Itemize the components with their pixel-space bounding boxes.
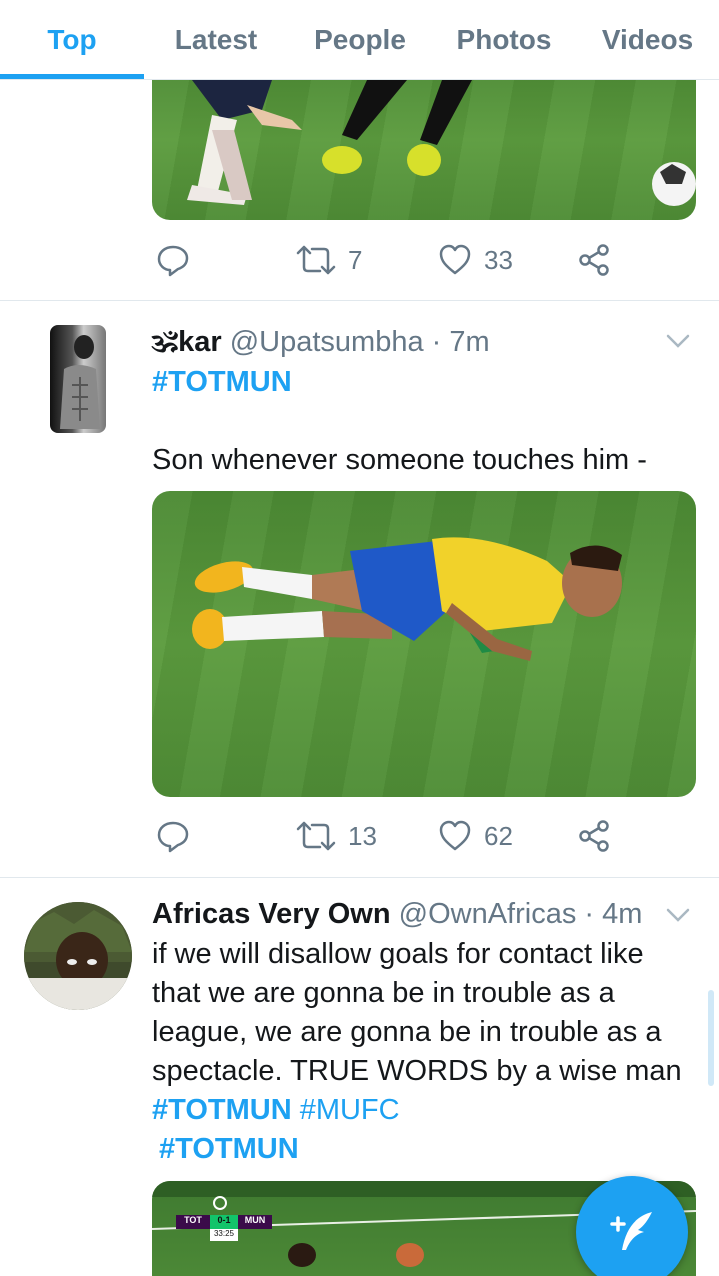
avatar[interactable] — [24, 902, 132, 1010]
active-tab-indicator — [0, 74, 144, 79]
share-icon — [579, 244, 609, 276]
reply-icon — [157, 245, 189, 277]
scoreboard-away: MUN — [244, 1215, 266, 1225]
share-button[interactable] — [578, 812, 612, 860]
retweet-button[interactable]: 13 — [296, 812, 377, 860]
display-name[interactable]: 🕉kar — [152, 326, 222, 358]
tweet-text-line: that we are gonna be in trouble as a — [152, 977, 615, 1009]
scrollbar[interactable] — [708, 990, 714, 1086]
scoreboard-clock: 33:25 — [213, 1229, 235, 1238]
tweet-2-actions: 13 62 — [152, 812, 672, 860]
tweet-header: 🕉kar @Upatsumbha · 7m — [152, 326, 490, 359]
scoreboard: TOT 0-1 MUN — [176, 1215, 272, 1229]
retweet-count: 7 — [348, 244, 363, 275]
like-icon — [439, 244, 471, 275]
share-icon — [579, 820, 609, 852]
avatar-image — [60, 335, 100, 429]
soccer-players-legs-image — [187, 80, 696, 206]
tab-photos[interactable]: Photos — [432, 0, 576, 80]
retweet-icon — [296, 821, 336, 851]
tweet-2-media[interactable] — [152, 491, 696, 797]
share-button[interactable] — [578, 236, 612, 284]
retweet-count: 13 — [348, 820, 377, 851]
display-name[interactable]: Africas Very Own — [152, 898, 391, 930]
tweet-header: Africas Very Own @OwnAfricas · 4m — [152, 898, 642, 931]
like-count: 33 — [484, 244, 513, 275]
tab-people[interactable]: People — [288, 0, 432, 80]
retweet-icon — [296, 245, 336, 275]
tweet-divider — [0, 877, 719, 878]
tweet-1-actions: 7 33 — [152, 236, 672, 284]
tweet-1-media[interactable] — [152, 60, 696, 220]
tweet-text: Son whenever someone touches him - — [152, 444, 647, 476]
like-button[interactable]: 62 — [438, 812, 513, 860]
caret-down-icon[interactable] — [665, 902, 691, 928]
tab-latest[interactable]: Latest — [144, 0, 288, 80]
tweet-text: if we will disallow goals for contact li… — [152, 935, 692, 1130]
scoreboard-home: TOT — [184, 1215, 202, 1225]
like-icon — [439, 820, 471, 851]
avatar-image — [24, 902, 132, 1010]
tab-top[interactable]: Top — [0, 0, 144, 80]
compose-tweet-button[interactable] — [576, 1176, 688, 1276]
hashtag-link[interactable]: #TOTMUN — [152, 1094, 292, 1126]
reply-button[interactable] — [156, 236, 190, 284]
separator-dot: · — [431, 326, 442, 358]
tweet-text-line: spectacle. TRUE WORDS by a wise man — [152, 1055, 682, 1087]
caret-down-icon[interactable] — [665, 328, 691, 354]
tweet-hashtag[interactable]: #TOTMUN — [152, 363, 692, 402]
tweet-text-line: if we will disallow goals for contact li… — [152, 938, 644, 970]
tweet-divider — [0, 300, 719, 301]
reply-button[interactable] — [156, 812, 190, 860]
hashtag-link[interactable]: #MUFC — [300, 1094, 400, 1126]
retweet-button[interactable]: 7 — [296, 236, 362, 284]
user-handle[interactable]: @OwnAfricas — [399, 898, 577, 930]
hashtag-link[interactable]: #TOTMUN — [159, 1130, 699, 1169]
player-on-ground-image — [192, 537, 622, 661]
scoreboard-score: 0-1 — [217, 1215, 231, 1225]
search-tabs: Top Latest People Photos Videos — [0, 0, 719, 80]
tweet-hashtags: #TOTMUN #MUFC — [152, 1091, 692, 1130]
tweet-time: 7m — [449, 326, 490, 358]
like-button[interactable]: 33 — [438, 236, 513, 284]
compose-icon — [610, 1212, 652, 1250]
user-handle[interactable]: @Upatsumbha — [230, 326, 424, 358]
tweet-time: 4m — [602, 898, 643, 930]
tab-videos[interactable]: Videos — [576, 0, 719, 80]
separator-dot: · — [584, 898, 595, 930]
reply-icon — [157, 821, 189, 853]
like-count: 62 — [484, 820, 513, 851]
tweet-text-line: league, we are gonna be in trouble as a — [152, 1016, 662, 1048]
avatar[interactable] — [50, 325, 106, 433]
